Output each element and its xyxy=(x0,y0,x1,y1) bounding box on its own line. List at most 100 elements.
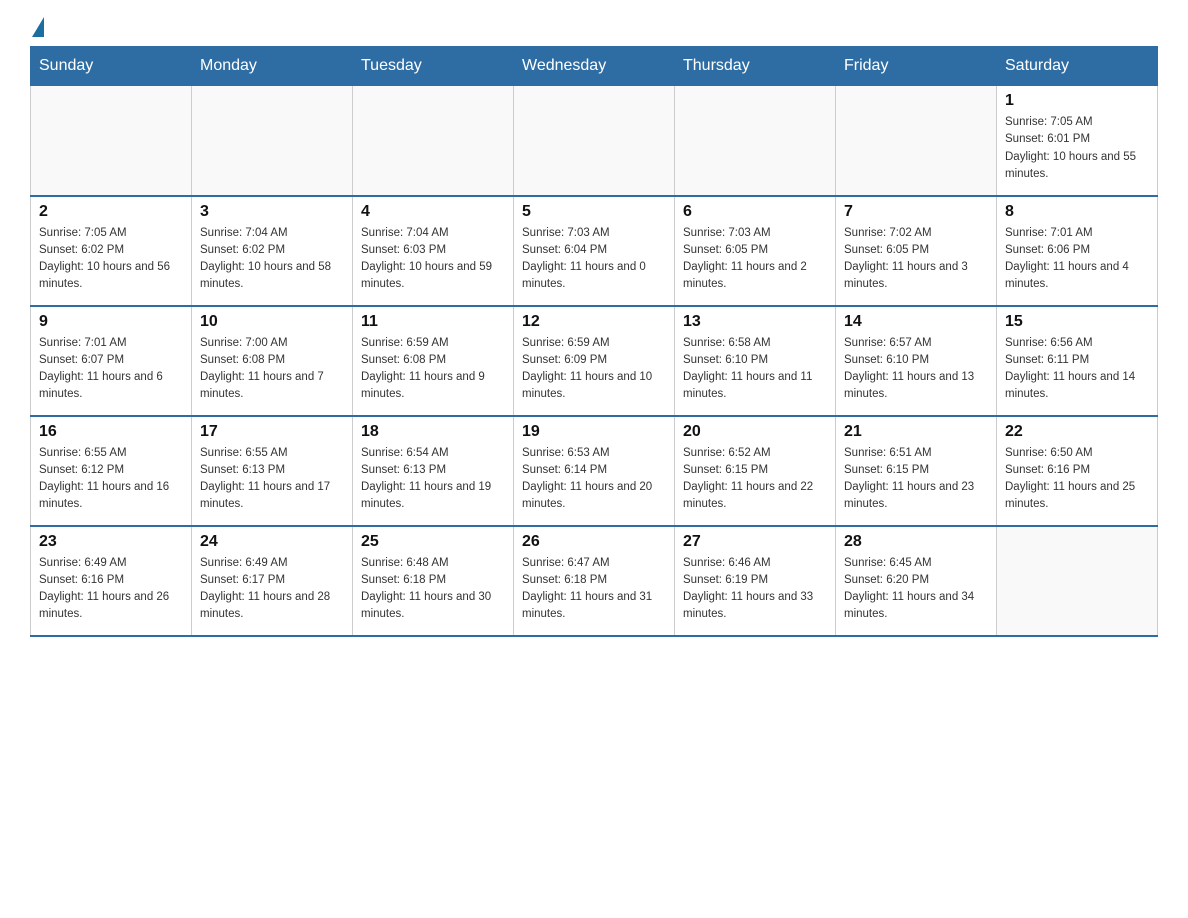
calendar-cell: 3 Sunrise: 7:04 AM Sunset: 6:02 PM Daylig… xyxy=(192,196,353,306)
day-info: Sunrise: 6:57 AM Sunset: 6:10 PM Dayligh… xyxy=(844,335,988,404)
day-info: Sunrise: 7:00 AM Sunset: 6:08 PM Dayligh… xyxy=(200,335,344,404)
day-number: 8 xyxy=(1005,203,1149,221)
column-header-thursday: Thursday xyxy=(675,47,836,86)
day-number: 15 xyxy=(1005,313,1149,331)
day-number: 18 xyxy=(361,423,505,441)
calendar-cell: 22 Sunrise: 6:50 AM Sunset: 6:16 PM Dayli… xyxy=(997,416,1158,526)
calendar-week-row: 1Sunrise: 7:05 AM Sunset: 6:01 PM Daylig… xyxy=(31,86,1158,196)
column-header-saturday: Saturday xyxy=(997,47,1158,86)
day-info: Sunrise: 7:01 AM Sunset: 6:07 PM Dayligh… xyxy=(39,335,183,404)
calendar-cell xyxy=(192,86,353,196)
day-number: 23 xyxy=(39,533,183,551)
day-info: Sunrise: 6:51 AM Sunset: 6:15 PM Dayligh… xyxy=(844,445,988,514)
day-number: 28 xyxy=(844,533,988,551)
calendar-table: SundayMondayTuesdayWednesdayThursdayFrid… xyxy=(30,46,1158,637)
day-number: 4 xyxy=(361,203,505,221)
day-number: 16 xyxy=(39,423,183,441)
day-info: Sunrise: 6:45 AM Sunset: 6:20 PM Dayligh… xyxy=(844,555,988,624)
day-info: Sunrise: 7:04 AM Sunset: 6:03 PM Dayligh… xyxy=(361,225,505,294)
day-number: 26 xyxy=(522,533,666,551)
calendar-cell: 2 Sunrise: 7:05 AM Sunset: 6:02 PM Daylig… xyxy=(31,196,192,306)
day-info: Sunrise: 6:53 AM Sunset: 6:14 PM Dayligh… xyxy=(522,445,666,514)
calendar-cell: 26 Sunrise: 6:47 AM Sunset: 6:18 PM Dayli… xyxy=(514,526,675,636)
day-number: 12 xyxy=(522,313,666,331)
day-info: Sunrise: 6:54 AM Sunset: 6:13 PM Dayligh… xyxy=(361,445,505,514)
calendar-cell: 21Sunrise: 6:51 AM Sunset: 6:15 PM Dayli… xyxy=(836,416,997,526)
calendar-week-row: 16 Sunrise: 6:55 AM Sunset: 6:12 PM Dayli… xyxy=(31,416,1158,526)
day-number: 22 xyxy=(1005,423,1149,441)
calendar-cell: 28 Sunrise: 6:45 AM Sunset: 6:20 PM Dayli… xyxy=(836,526,997,636)
calendar-cell xyxy=(997,526,1158,636)
calendar-cell: 7Sunrise: 7:02 AM Sunset: 6:05 PM Daylig… xyxy=(836,196,997,306)
calendar-cell: 20 Sunrise: 6:52 AM Sunset: 6:15 PM Dayli… xyxy=(675,416,836,526)
calendar-header: SundayMondayTuesdayWednesdayThursdayFrid… xyxy=(31,47,1158,86)
day-info: Sunrise: 7:03 AM Sunset: 6:04 PM Dayligh… xyxy=(522,225,666,294)
day-info: Sunrise: 6:59 AM Sunset: 6:08 PM Dayligh… xyxy=(361,335,505,404)
day-info: Sunrise: 7:03 AM Sunset: 6:05 PM Dayligh… xyxy=(683,225,827,294)
day-number: 24 xyxy=(200,533,344,551)
calendar-cell: 9 Sunrise: 7:01 AM Sunset: 6:07 PM Daylig… xyxy=(31,306,192,416)
day-number: 6 xyxy=(683,203,827,221)
day-number: 10 xyxy=(200,313,344,331)
day-info: Sunrise: 6:56 AM Sunset: 6:11 PM Dayligh… xyxy=(1005,335,1149,404)
day-number: 19 xyxy=(522,423,666,441)
day-number: 27 xyxy=(683,533,827,551)
calendar-cell: 12Sunrise: 6:59 AM Sunset: 6:09 PM Dayli… xyxy=(514,306,675,416)
calendar-cell: 25 Sunrise: 6:48 AM Sunset: 6:18 PM Dayli… xyxy=(353,526,514,636)
day-info: Sunrise: 7:04 AM Sunset: 6:02 PM Dayligh… xyxy=(200,225,344,294)
column-header-sunday: Sunday xyxy=(31,47,192,86)
calendar-week-row: 2 Sunrise: 7:05 AM Sunset: 6:02 PM Daylig… xyxy=(31,196,1158,306)
calendar-cell: 16 Sunrise: 6:55 AM Sunset: 6:12 PM Dayli… xyxy=(31,416,192,526)
calendar-cell: 5Sunrise: 7:03 AM Sunset: 6:04 PM Daylig… xyxy=(514,196,675,306)
calendar-cell: 6 Sunrise: 7:03 AM Sunset: 6:05 PM Daylig… xyxy=(675,196,836,306)
day-number: 3 xyxy=(200,203,344,221)
logo xyxy=(30,20,44,36)
day-number: 25 xyxy=(361,533,505,551)
day-info: Sunrise: 7:05 AM Sunset: 6:02 PM Dayligh… xyxy=(39,225,183,294)
day-info: Sunrise: 6:47 AM Sunset: 6:18 PM Dayligh… xyxy=(522,555,666,624)
calendar-cell: 19 Sunrise: 6:53 AM Sunset: 6:14 PM Dayli… xyxy=(514,416,675,526)
logo-triangle-icon xyxy=(32,17,44,37)
calendar-cell xyxy=(514,86,675,196)
day-info: Sunrise: 6:52 AM Sunset: 6:15 PM Dayligh… xyxy=(683,445,827,514)
day-info: Sunrise: 6:55 AM Sunset: 6:12 PM Dayligh… xyxy=(39,445,183,514)
day-info: Sunrise: 6:49 AM Sunset: 6:17 PM Dayligh… xyxy=(200,555,344,624)
calendar-cell: 11 Sunrise: 6:59 AM Sunset: 6:08 PM Dayli… xyxy=(353,306,514,416)
day-info: Sunrise: 7:01 AM Sunset: 6:06 PM Dayligh… xyxy=(1005,225,1149,294)
day-info: Sunrise: 6:49 AM Sunset: 6:16 PM Dayligh… xyxy=(39,555,183,624)
day-number: 13 xyxy=(683,313,827,331)
day-number: 1 xyxy=(1005,92,1149,110)
calendar-cell xyxy=(675,86,836,196)
calendar-cell xyxy=(31,86,192,196)
column-header-monday: Monday xyxy=(192,47,353,86)
calendar-cell: 1Sunrise: 7:05 AM Sunset: 6:01 PM Daylig… xyxy=(997,86,1158,196)
calendar-cell: 27 Sunrise: 6:46 AM Sunset: 6:19 PM Dayli… xyxy=(675,526,836,636)
calendar-cell: 17Sunrise: 6:55 AM Sunset: 6:13 PM Dayli… xyxy=(192,416,353,526)
day-info: Sunrise: 6:58 AM Sunset: 6:10 PM Dayligh… xyxy=(683,335,827,404)
day-info: Sunrise: 6:46 AM Sunset: 6:19 PM Dayligh… xyxy=(683,555,827,624)
calendar-cell: 8 Sunrise: 7:01 AM Sunset: 6:06 PM Daylig… xyxy=(997,196,1158,306)
day-info: Sunrise: 6:50 AM Sunset: 6:16 PM Dayligh… xyxy=(1005,445,1149,514)
calendar-cell: 14 Sunrise: 6:57 AM Sunset: 6:10 PM Dayli… xyxy=(836,306,997,416)
day-info: Sunrise: 6:48 AM Sunset: 6:18 PM Dayligh… xyxy=(361,555,505,624)
calendar-cell xyxy=(353,86,514,196)
column-header-tuesday: Tuesday xyxy=(353,47,514,86)
calendar-week-row: 9 Sunrise: 7:01 AM Sunset: 6:07 PM Daylig… xyxy=(31,306,1158,416)
calendar-cell: 24 Sunrise: 6:49 AM Sunset: 6:17 PM Dayli… xyxy=(192,526,353,636)
day-number: 2 xyxy=(39,203,183,221)
calendar-cell: 4 Sunrise: 7:04 AM Sunset: 6:03 PM Daylig… xyxy=(353,196,514,306)
day-number: 20 xyxy=(683,423,827,441)
day-number: 7 xyxy=(844,203,988,221)
day-number: 17 xyxy=(200,423,344,441)
calendar-cell xyxy=(836,86,997,196)
calendar-body: 1Sunrise: 7:05 AM Sunset: 6:01 PM Daylig… xyxy=(31,86,1158,636)
day-number: 14 xyxy=(844,313,988,331)
calendar-cell: 13 Sunrise: 6:58 AM Sunset: 6:10 PM Dayli… xyxy=(675,306,836,416)
calendar-week-row: 23 Sunrise: 6:49 AM Sunset: 6:16 PM Dayli… xyxy=(31,526,1158,636)
calendar-cell: 10 Sunrise: 7:00 AM Sunset: 6:08 PM Dayli… xyxy=(192,306,353,416)
calendar-cell: 23 Sunrise: 6:49 AM Sunset: 6:16 PM Dayli… xyxy=(31,526,192,636)
day-number: 9 xyxy=(39,313,183,331)
day-number: 11 xyxy=(361,313,505,331)
column-header-wednesday: Wednesday xyxy=(514,47,675,86)
page-header xyxy=(30,20,1158,36)
